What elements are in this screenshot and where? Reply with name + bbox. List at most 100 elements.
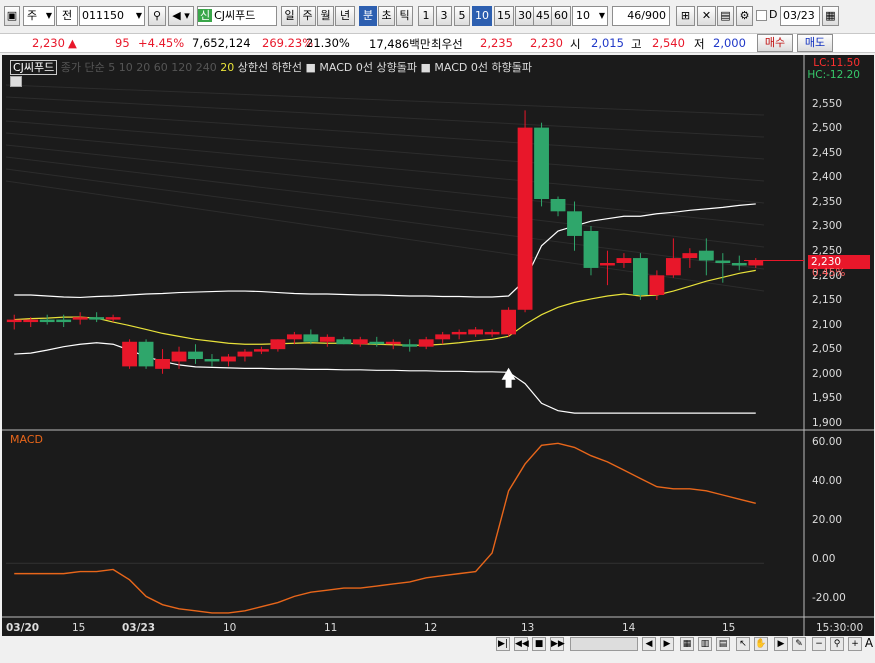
candle-body: [715, 260, 731, 263]
minute-5-button[interactable]: 5: [454, 6, 470, 26]
chart-canvas[interactable]: [2, 55, 874, 638]
gear-icon[interactable]: ⚙: [736, 6, 753, 26]
date-checkbox[interactable]: [756, 10, 767, 21]
legend-lower-band: 하한선: [271, 61, 302, 74]
hand-icon[interactable]: ✋: [754, 637, 768, 651]
price-tick: 2,400: [812, 171, 843, 183]
crosshair-icon[interactable]: ✕: [697, 6, 716, 26]
candle-body: [72, 317, 88, 320]
interval-tick-button[interactable]: 틱: [396, 6, 413, 26]
price-tick: 2,000: [812, 368, 843, 380]
legend-macd-down: MACD 0선 하향돌파: [434, 61, 532, 74]
scroll-end-icon[interactable]: ▶|: [496, 637, 510, 651]
time-tick: 15: [722, 622, 736, 634]
candle-body: [435, 334, 451, 340]
time-tick: 14: [622, 622, 636, 634]
minute-1-button[interactable]: 1: [418, 6, 434, 26]
candle-body: [319, 336, 335, 342]
time-tick: 15: [72, 622, 86, 634]
macd-tick: 0.00: [812, 553, 836, 565]
stock-code-input[interactable]: 011150 ▼: [79, 6, 145, 26]
candle-body: [89, 317, 105, 320]
magnifier-icon[interactable]: ⚲: [830, 637, 844, 651]
market-type-select[interactable]: 주 ▼: [23, 6, 55, 26]
background-line: [5, 84, 765, 116]
low-label: 저: [694, 37, 705, 51]
candle-body: [204, 359, 220, 362]
price-tick: 2,550: [812, 98, 843, 110]
play-icon[interactable]: ▶: [774, 637, 788, 651]
buy-button[interactable]: 매수: [757, 34, 793, 52]
chart-tool-icon[interactable]: ⊞: [676, 6, 695, 26]
search-icon[interactable]: ⚲: [148, 6, 166, 26]
calendar-icon[interactable]: ▦: [822, 6, 839, 26]
scrollbar[interactable]: [570, 637, 638, 651]
candle-body: [600, 263, 615, 266]
best-ask: 2,235: [480, 36, 513, 50]
chart-nav-bar: ▶| ◀◀ ■ ▶▶ ◀ ▶ ▦ ▥ ▤ ↖ ✋ ▶ ✎ − ⚲ + A: [0, 636, 875, 654]
scroll-left-icon[interactable]: ◀: [642, 637, 656, 651]
page-count-field[interactable]: 46/900: [612, 6, 670, 26]
price-tick: 2,150: [812, 294, 843, 306]
scroll-right-icon[interactable]: ▶: [660, 637, 674, 651]
interval-minute-button[interactable]: 분: [359, 6, 377, 26]
legend-ma-20: 20: [220, 61, 235, 74]
signal-arrow-icon: [501, 367, 516, 388]
chart-split-icon[interactable]: ▤: [716, 637, 730, 651]
period-week-button[interactable]: 주: [299, 6, 316, 26]
period-year-button[interactable]: 년: [335, 6, 355, 26]
interval-second-button[interactable]: 초: [378, 6, 395, 26]
period-month-button[interactable]: 월: [317, 6, 334, 26]
sell-button[interactable]: 매도: [797, 34, 833, 52]
quote-bar: 2,230 ▲ 95 +4.45% 7,652,124 269.23% 21.3…: [0, 33, 875, 53]
open-label: 시: [570, 37, 581, 51]
legend-stock-tag: CJ씨푸드: [10, 60, 58, 75]
candle-body: [237, 351, 253, 357]
chart-type-icon[interactable]: ▥: [698, 637, 712, 651]
price-tick: 2,050: [812, 343, 843, 355]
candle-body: [138, 341, 154, 367]
mode-button[interactable]: 전: [56, 6, 78, 26]
candle-body: [665, 258, 681, 276]
period-day-button[interactable]: 일: [281, 6, 298, 26]
quote-price: 2,230: [32, 36, 65, 50]
chevron-down-icon: ▼: [135, 11, 142, 20]
minute-60-button[interactable]: 60: [551, 6, 571, 26]
candle-body: [352, 339, 368, 345]
chart-area[interactable]: CJ씨푸드 종가 단순 5 10 20 60 120 240 20 상한선 하한…: [2, 55, 874, 638]
macd-tick: 20.00: [812, 514, 843, 526]
window-menu-icon[interactable]: ▣: [4, 6, 20, 26]
stock-name-field[interactable]: 신 CJ씨푸드: [197, 6, 277, 26]
candle-body: [451, 331, 467, 335]
count-select[interactable]: 10 ▼: [572, 6, 608, 26]
candle-body: [336, 339, 352, 345]
minute-30-button[interactable]: 30: [515, 6, 535, 26]
candle-body: [253, 349, 269, 352]
date-input[interactable]: 03/23: [780, 6, 820, 26]
time-tick: 03/23: [122, 622, 156, 634]
rewind-icon[interactable]: ◀◀: [514, 637, 529, 651]
calculator-icon[interactable]: [10, 76, 22, 87]
stock-badge: 신: [198, 9, 213, 22]
erase-icon[interactable]: ✎: [792, 637, 806, 651]
candle-body: [583, 231, 599, 268]
minute-15-button[interactable]: 15: [494, 6, 514, 26]
fast-forward-icon[interactable]: ▶▶: [550, 637, 565, 651]
candle-body: [56, 319, 72, 323]
chart-grid-icon[interactable]: ▦: [680, 637, 694, 651]
zoom-in-icon[interactable]: +: [848, 637, 862, 651]
zoom-out-icon[interactable]: −: [812, 637, 826, 651]
legend-macd-up: MACD 0선 상향돌파: [319, 61, 417, 74]
stop-icon[interactable]: ■: [532, 637, 546, 651]
font-size-icon[interactable]: A: [862, 637, 875, 651]
quote-change: 95: [115, 36, 130, 50]
candle-body: [6, 319, 22, 323]
background-line: [5, 180, 765, 292]
pointer-icon[interactable]: ↖: [736, 637, 750, 651]
minute-45-button[interactable]: 45: [533, 6, 553, 26]
minute-10-button[interactable]: 10: [472, 6, 492, 26]
save-icon[interactable]: ▤: [717, 6, 734, 26]
minute-3-button[interactable]: 3: [436, 6, 452, 26]
speaker-icon[interactable]: ◀ ▾: [168, 6, 194, 26]
price-tick: 1,900: [812, 417, 843, 429]
